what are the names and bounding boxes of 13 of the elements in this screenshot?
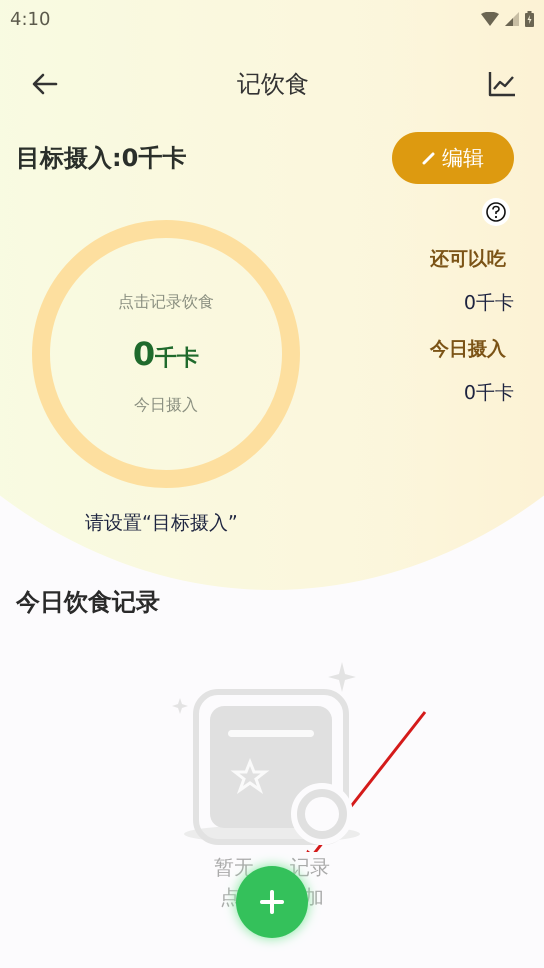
ring-caption: 今日摄入 bbox=[134, 395, 198, 416]
stat-label: 今日摄入 bbox=[430, 337, 506, 362]
notice-text: 请设置“目标摄入” bbox=[85, 511, 239, 536]
ring-value: 0千卡 bbox=[132, 335, 200, 373]
stat-value: 0千卡 bbox=[464, 381, 514, 406]
target-intake-label: 目标摄入:0千卡 bbox=[16, 143, 186, 174]
intake-ring[interactable]: 点击记录饮食 0千卡 今日摄入 bbox=[32, 220, 300, 488]
stat-value: 0千卡 bbox=[464, 291, 514, 316]
status-time: 4:10 bbox=[10, 8, 50, 30]
stat-label: 还可以吃 bbox=[430, 247, 506, 272]
section-title: 今日饮食记录 bbox=[16, 587, 161, 618]
page-title: 记饮食 bbox=[237, 69, 309, 100]
ring-hint: 点击记录饮食 bbox=[118, 292, 214, 313]
